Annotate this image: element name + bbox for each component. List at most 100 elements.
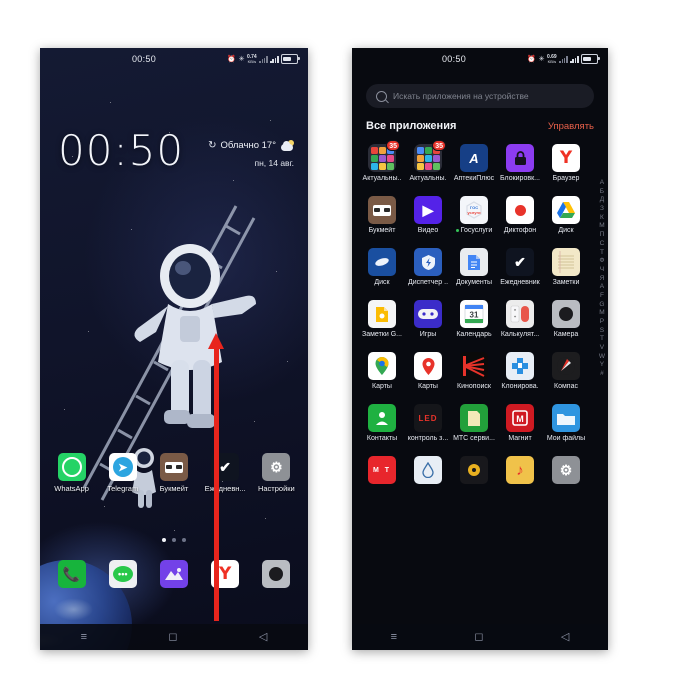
page-dot[interactable] xyxy=(172,538,176,542)
app-mts-servisy[interactable]: МТС серви... xyxy=(452,404,496,442)
alpha-letter[interactable]: M xyxy=(599,310,604,317)
alpha-letter[interactable]: V xyxy=(600,345,604,352)
app-label: Карты xyxy=(372,383,392,390)
water-drop-icon xyxy=(414,456,442,484)
alpha-letter[interactable]: A xyxy=(600,284,604,291)
home-app-label: Ежедневн... xyxy=(204,484,246,493)
search-input[interactable]: Искать приложения на устройстве xyxy=(366,84,594,108)
alpha-letter[interactable]: М xyxy=(599,223,604,230)
home-icon[interactable]: ◻ xyxy=(474,631,483,643)
bookmate-icon xyxy=(159,453,188,481)
back-icon[interactable]: ◁ xyxy=(259,631,267,643)
app-yandex-maps[interactable]: Карты xyxy=(406,352,450,390)
back-icon[interactable]: ◁ xyxy=(561,631,569,643)
alpha-letter[interactable]: Б xyxy=(600,188,604,196)
alpha-letter[interactable]: П xyxy=(600,232,605,239)
alpha-letter[interactable]: Ф xyxy=(599,258,604,265)
app-yandex-disk[interactable]: Диск xyxy=(360,248,404,286)
home-app-settings[interactable]: ⚙ Настройки xyxy=(254,453,298,493)
app-music-disc[interactable] xyxy=(452,456,496,484)
weather-widget[interactable]: ↻ Облачно 17° xyxy=(208,140,294,151)
app-kamera[interactable]: Камера xyxy=(544,300,588,338)
alpha-letter[interactable]: Я xyxy=(600,275,605,283)
app-bukmeit[interactable]: Букмейт xyxy=(360,196,404,234)
app-zametki[interactable]: Заметки xyxy=(544,248,588,286)
alpha-letter[interactable]: Y xyxy=(600,362,604,369)
app-gosuslugi[interactable]: ГОС услуги Госуслуги xyxy=(452,196,496,234)
app-magnit[interactable]: M Магнит xyxy=(498,404,542,442)
home-icon[interactable]: ◻ xyxy=(168,631,177,643)
app-mt[interactable]: M T xyxy=(360,456,404,484)
manage-link[interactable]: Управлять xyxy=(548,121,594,132)
alpha-letter[interactable]: А xyxy=(600,179,604,187)
home-app-daily[interactable]: ✔ Ежедневн... xyxy=(203,453,247,493)
app-google-disk[interactable]: Диск xyxy=(544,196,588,234)
home-app-telegram[interactable]: ➤ Telegram xyxy=(101,453,145,493)
alpha-letter[interactable]: F xyxy=(600,292,604,300)
app-dispetcher[interactable]: Диспетчер .. xyxy=(406,248,450,286)
home-app-whatsapp[interactable]: WhatsApp xyxy=(50,453,94,493)
app-google-maps[interactable]: Карты xyxy=(360,352,404,390)
dock-app-gallery[interactable] xyxy=(152,560,196,588)
app-diktofon[interactable]: Диктофон xyxy=(498,196,542,234)
dock-app-camera[interactable] xyxy=(254,560,298,588)
google-keep-icon xyxy=(368,300,396,328)
dock-app-yandex-browser[interactable]: Y xyxy=(203,560,247,588)
alpha-letter[interactable]: З xyxy=(600,206,604,213)
navigation-bar-right: ≡ ◻ ◁ xyxy=(352,624,608,650)
camera-icon xyxy=(262,560,291,588)
alpha-letter[interactable]: Д xyxy=(600,197,604,204)
home-app-row: WhatsApp ➤ Telegram Букмейт ✔ Ежедневн..… xyxy=(40,453,308,493)
app-grid-row: Карты Карты Кинопоиск Клонирова. Компас xyxy=(360,352,588,390)
app-label: контроль з... xyxy=(407,435,449,442)
alpha-letter[interactable]: # xyxy=(600,371,604,378)
page-indicator[interactable] xyxy=(40,538,308,542)
alpha-letter[interactable]: Ч xyxy=(600,266,604,274)
app-kalkulyator[interactable]: × + Калькулят... xyxy=(498,300,542,338)
app-kompas[interactable]: Компас xyxy=(544,352,588,390)
app-klonirovanie[interactable]: Клонирова. xyxy=(498,352,542,390)
app-folder-aktualnye-2[interactable]: 35 Актуальны. xyxy=(406,140,450,182)
app-apteki-plus[interactable]: A АптекиПлюс xyxy=(452,144,496,182)
alpha-letter[interactable]: К xyxy=(600,214,604,222)
page-dot-active[interactable] xyxy=(162,538,166,542)
alpha-letter[interactable]: С xyxy=(600,240,605,248)
app-video[interactable]: ▶ Видео xyxy=(406,196,450,234)
recents-icon[interactable]: ≡ xyxy=(81,631,87,643)
app-dokumenty[interactable]: Документы xyxy=(452,248,496,286)
app-led-control[interactable]: LED контроль з... xyxy=(406,404,450,442)
dock-app-messages[interactable]: ••• xyxy=(101,560,145,588)
app-igry[interactable]: Игры xyxy=(406,300,450,338)
alphabet-index[interactable]: А Б Д З К М П С Т Ф Ч Я A F G M P S T V … xyxy=(599,179,605,378)
yandex-disk-icon xyxy=(368,248,396,276)
alpha-letter[interactable]: T xyxy=(600,336,604,343)
app-music-note[interactable]: ♪ xyxy=(498,456,542,484)
screenshot-stage: 00:50 ⏰ ✳ 0.74 KB/s 00:50 ↻ Облачно 17° … xyxy=(0,0,680,700)
app-kinopoisk[interactable]: Кинопоиск xyxy=(452,352,496,390)
alpha-letter[interactable]: S xyxy=(600,327,604,335)
app-blokirovka[interactable]: Блокировк... xyxy=(498,144,542,182)
refresh-icon[interactable]: ↻ xyxy=(208,140,216,151)
camera-icon xyxy=(552,300,580,328)
app-google-keep[interactable]: Заметки G... xyxy=(360,300,404,338)
app-brauzer[interactable]: Y Браузер xyxy=(544,144,588,182)
bluetooth-icon: ✳ xyxy=(238,55,245,63)
app-kalendar[interactable]: 31 Календарь xyxy=(452,300,496,338)
alpha-letter[interactable]: P xyxy=(600,318,604,326)
alpha-letter[interactable]: G xyxy=(599,301,604,309)
app-kontakty[interactable]: Контакты xyxy=(360,404,404,442)
home-app-bookmate[interactable]: Букмейт xyxy=(152,453,196,493)
dock-app-phone[interactable]: 📞 xyxy=(50,560,94,588)
app-folder-aktualnye-1[interactable]: 35 Актуальны.. xyxy=(360,140,404,182)
app-settings[interactable]: ⚙ xyxy=(544,456,588,484)
alpha-letter[interactable]: Т xyxy=(600,249,604,257)
alpha-letter[interactable]: W xyxy=(599,353,605,361)
compass-icon xyxy=(552,352,580,380)
app-label: Карты xyxy=(418,383,438,390)
swipe-up-arrow-annotation xyxy=(208,333,224,621)
app-ezhednevnik[interactable]: ✔ Ежедневник xyxy=(498,248,542,286)
app-moi-faily[interactable]: Мои файлы xyxy=(544,404,588,442)
recents-icon[interactable]: ≡ xyxy=(391,631,397,643)
page-dot[interactable] xyxy=(182,538,186,542)
app-water-drop[interactable] xyxy=(406,456,450,484)
